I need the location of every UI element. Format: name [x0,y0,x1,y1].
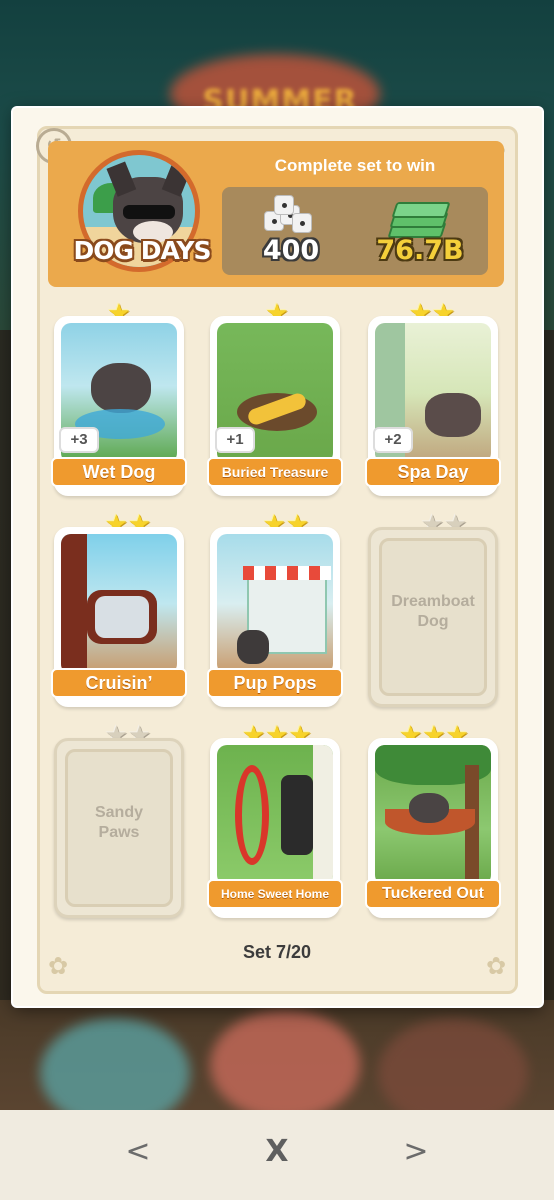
card-spa-day[interactable]: +2 Spa Day [365,316,501,496]
set-name: DOG DAYS [73,236,211,265]
card-name: Cruisin’ [51,668,187,698]
card-art [217,745,333,885]
card-name: Buried Treasure [207,457,343,487]
card-art [375,745,491,885]
corner-ornament-icon: ✿ [485,952,507,980]
card-home-sweet-home[interactable]: Home Sweet Home [207,738,343,918]
dice-icon [264,195,312,239]
reward-dice-value: 400 [262,235,320,266]
card-tuckered-out[interactable]: Tuckered Out [365,738,501,918]
set-progress: Set 7/20 [242,942,312,962]
card-name: Home Sweet Home [207,879,343,909]
card-dreamboat-dog-locked[interactable]: Dreamboat Dog [368,527,498,707]
dog-ear-icon [161,161,192,197]
card-name: Wet Dog [51,457,187,487]
card-name: Sandy Paws [94,804,143,841]
reward-caption: Complete set to win [274,156,436,175]
corner-ornament-icon: ✿ [47,952,69,980]
card-wet-dog[interactable]: +3 Wet Dog [51,316,187,496]
previous-set-button[interactable]: < [118,1132,158,1172]
card-duplicate-count: +1 [215,427,255,453]
card-cruisin[interactable]: Cruisin’ [51,527,187,707]
card-name: Tuckered Out [365,879,501,909]
card-sandy-paws-locked[interactable]: Sandy Paws [54,738,184,918]
card-name: Dreamboat Dog [391,593,475,630]
card-buried-treasure[interactable]: +1 Buried Treasure [207,316,343,496]
next-set-button[interactable]: > [396,1132,436,1172]
card-name: Spa Day [365,457,501,487]
card-art [61,534,177,674]
card-duplicate-count: +3 [59,427,99,453]
background-blur-avatar [210,1010,360,1120]
card-duplicate-count: +2 [373,427,413,453]
close-button[interactable]: X [257,1132,297,1172]
card-name: Pup Pops [207,668,343,698]
reward-money-value: 76.7B [376,235,464,266]
money-stack-icon [387,200,451,240]
card-pup-pops[interactable]: Pup Pops [207,527,343,707]
sunglasses-icon [123,205,175,219]
card-art [217,534,333,674]
